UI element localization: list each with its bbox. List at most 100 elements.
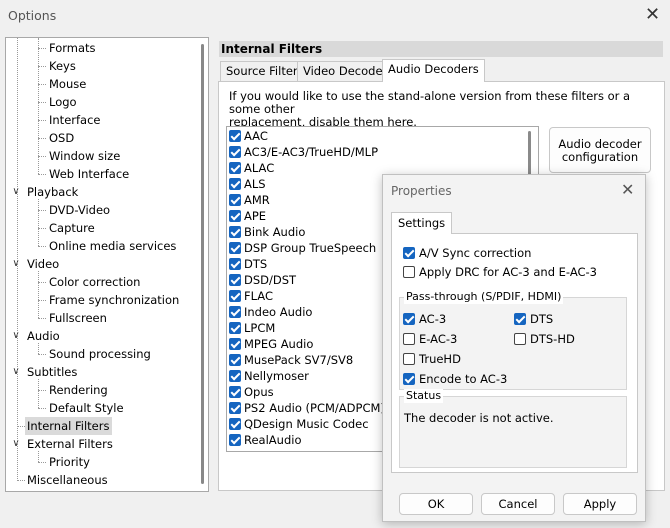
audio-decoder-configuration-button[interactable]: Audio decoder configuration bbox=[549, 127, 651, 173]
tree-item-label: Playback bbox=[27, 185, 79, 199]
tab-settings[interactable]: Settings bbox=[391, 212, 453, 234]
checkbox-icon[interactable] bbox=[229, 386, 241, 398]
checkbox-icon[interactable] bbox=[229, 402, 241, 414]
tree-item-label: Priority bbox=[49, 455, 90, 469]
tree-item-video[interactable]: Video bbox=[25, 255, 62, 273]
tree-item-label: Capture bbox=[49, 221, 95, 235]
filter-item-label: DSD/DST bbox=[244, 273, 297, 287]
filter-item-label: Bink Audio bbox=[244, 225, 306, 239]
filter-item-label: APE bbox=[244, 209, 267, 223]
tree-item-label: Frame synchronization bbox=[49, 293, 180, 307]
chevron-down-icon[interactable]: ∨ bbox=[10, 255, 22, 273]
checkbox-icon[interactable] bbox=[229, 242, 241, 254]
filter-item-label: QDesign Music Codec bbox=[244, 417, 369, 431]
tree-connector bbox=[17, 38, 18, 481]
tree-item-online-media-services[interactable]: Online media services bbox=[47, 237, 179, 255]
tree-item-label: Color correction bbox=[49, 275, 141, 289]
checkbox-icon[interactable] bbox=[229, 258, 241, 270]
options-tree[interactable]: Formats Keys Mouse Logo Interface OSD Window s… bbox=[5, 37, 209, 492]
tree-item-label: Interface bbox=[49, 113, 101, 127]
tree-connector bbox=[38, 102, 46, 103]
status-group: Status The decoder is not active. bbox=[399, 389, 627, 468]
checkbox-icon[interactable] bbox=[229, 434, 241, 446]
tree-connector bbox=[38, 379, 39, 408]
truehd-label: TrueHD bbox=[419, 352, 461, 366]
tab-audio-decoders[interactable]: Audio Decoders bbox=[382, 59, 485, 82]
tree-connector bbox=[38, 343, 39, 354]
tree-scrollbar[interactable] bbox=[201, 44, 204, 484]
checkbox-icon[interactable] bbox=[229, 274, 241, 286]
tree-item-formats[interactable]: Formats bbox=[47, 39, 99, 57]
checkbox-icon[interactable] bbox=[229, 146, 241, 158]
tree-item-priority[interactable]: Priority bbox=[47, 453, 93, 471]
checkbox-icon[interactable] bbox=[229, 322, 241, 334]
filter-item-label: LPCM bbox=[244, 321, 276, 335]
eac3-label: E-AC-3 bbox=[419, 332, 458, 346]
chevron-down-icon[interactable]: ∨ bbox=[10, 435, 22, 453]
tree-item-rendering[interactable]: Rendering bbox=[47, 381, 111, 399]
tree-item-logo[interactable]: Logo bbox=[47, 93, 80, 111]
tree-item-label: Rendering bbox=[49, 383, 108, 397]
tree-item-label: Default Style bbox=[49, 401, 124, 415]
tree-connector bbox=[17, 480, 25, 481]
checkbox-icon[interactable] bbox=[229, 194, 241, 206]
checkbox-icon bbox=[403, 247, 415, 259]
checkbox-icon[interactable] bbox=[229, 370, 241, 382]
tree-connector bbox=[38, 120, 46, 121]
tree-item-capture[interactable]: Capture bbox=[47, 219, 98, 237]
chevron-down-icon[interactable]: ∨ bbox=[10, 327, 22, 345]
tree-item-label: Internal Filters bbox=[27, 419, 110, 433]
tree-item-audio[interactable]: Audio bbox=[25, 327, 63, 345]
checkbox-icon[interactable] bbox=[229, 354, 241, 366]
checkbox-icon[interactable] bbox=[229, 418, 241, 430]
tree-connector bbox=[38, 156, 46, 157]
tree-item-subtitles[interactable]: Subtitles bbox=[25, 363, 80, 381]
tree-item-default-style[interactable]: Default Style bbox=[47, 399, 127, 417]
tree-connector bbox=[38, 408, 46, 409]
tree-connector bbox=[38, 48, 46, 49]
tree-item-frame-synchronization[interactable]: Frame synchronization bbox=[47, 291, 182, 309]
tree-item-web-interface[interactable]: Web Interface bbox=[47, 165, 132, 183]
tree-item-playback[interactable]: Playback bbox=[25, 183, 81, 201]
apply-button[interactable]: Apply bbox=[563, 493, 637, 515]
tree-connector bbox=[38, 282, 46, 283]
tree-item-label: Logo bbox=[49, 95, 77, 109]
filter-item-label: MPEG Audio bbox=[244, 337, 314, 351]
checkbox-icon[interactable] bbox=[229, 162, 241, 174]
tree-item-miscellaneous[interactable]: Miscellaneous bbox=[25, 471, 111, 489]
checkbox-icon[interactable] bbox=[229, 130, 241, 142]
checkbox-icon[interactable] bbox=[229, 290, 241, 302]
tree-item-internal-filters[interactable]: Internal Filters bbox=[25, 417, 113, 435]
page-title: Internal Filters bbox=[219, 41, 663, 57]
tree-item-mouse[interactable]: Mouse bbox=[47, 75, 89, 93]
tree-connector bbox=[38, 390, 46, 391]
checkbox-icon bbox=[403, 353, 415, 365]
chevron-down-icon[interactable]: ∨ bbox=[10, 183, 22, 201]
tree-item-fullscreen[interactable]: Fullscreen bbox=[47, 309, 110, 327]
description-line-1: If you would like to use the stand-alone… bbox=[229, 89, 631, 116]
ok-button[interactable]: OK bbox=[399, 493, 473, 515]
apply-drc-label: Apply DRC for AC-3 and E-AC-3 bbox=[419, 265, 597, 279]
tree-item-keys[interactable]: Keys bbox=[47, 57, 79, 75]
checkbox-icon[interactable] bbox=[229, 210, 241, 222]
cancel-button[interactable]: Cancel bbox=[481, 493, 555, 515]
tree-item-label: Web Interface bbox=[49, 167, 130, 181]
tree-item-sound-processing[interactable]: Sound processing bbox=[47, 345, 154, 363]
checkbox-icon[interactable] bbox=[229, 226, 241, 238]
window-close-icon[interactable]: ✕ bbox=[645, 6, 660, 24]
checkbox-icon[interactable] bbox=[229, 178, 241, 190]
filter-item-label: Indeo Audio bbox=[244, 305, 313, 319]
tree-connector bbox=[38, 300, 46, 301]
tree-connector bbox=[38, 318, 46, 319]
chevron-down-icon[interactable]: ∨ bbox=[10, 363, 22, 381]
checkbox-icon[interactable] bbox=[229, 338, 241, 350]
dialog-close-icon[interactable]: ✕ bbox=[621, 181, 634, 199]
settings-panel: A/V Sync correction Apply DRC for AC-3 a… bbox=[391, 233, 638, 473]
tree-item-window-size[interactable]: Window size bbox=[47, 147, 123, 165]
tree-item-interface[interactable]: Interface bbox=[47, 111, 104, 129]
checkbox-icon[interactable] bbox=[229, 306, 241, 318]
tree-item-color-correction[interactable]: Color correction bbox=[47, 273, 143, 291]
encode-ac3-label: Encode to AC-3 bbox=[419, 372, 508, 386]
tree-item-dvd-video[interactable]: DVD-Video bbox=[47, 201, 113, 219]
tree-item-osd[interactable]: OSD bbox=[47, 129, 77, 147]
